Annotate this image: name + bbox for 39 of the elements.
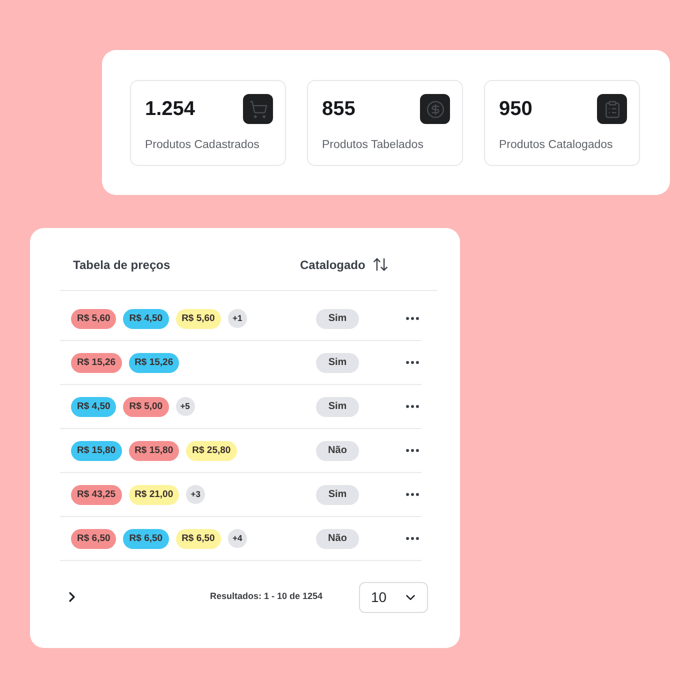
sort-icon[interactable]: [372, 256, 390, 273]
more-count: +4: [228, 529, 247, 548]
price-tag: R$ 25,80: [186, 440, 237, 460]
price-tag: R$ 6,50: [71, 528, 116, 548]
price-tag: R$ 4,50: [71, 396, 116, 416]
price-tag: R$ 5,00: [123, 396, 169, 416]
cart-icon: [243, 94, 273, 124]
status-badge: Não: [316, 440, 359, 460]
stat-label: Produtos Catalogados: [499, 138, 614, 152]
price-tag: R$ 4,50: [123, 308, 169, 328]
more-count: +5: [176, 397, 195, 416]
price-tag: R$ 5,60: [71, 308, 116, 328]
price-tag: R$ 6,50: [123, 528, 169, 548]
more-count: +1: [228, 309, 247, 328]
price-tag: R$ 15,80: [128, 440, 180, 460]
stat-value: 950: [499, 97, 532, 121]
price-tag: R$ 21,00: [128, 484, 180, 504]
dollar-coin-icon: [420, 94, 450, 124]
price-tag: R$ 15,26: [71, 352, 122, 372]
stat-label: Produtos Cadastrados: [145, 138, 260, 152]
stat-label: Produtos Tabelados: [322, 138, 424, 152]
status-badge: Não: [316, 528, 359, 548]
status-badge: Sim: [316, 352, 359, 372]
price-tag: R$ 15,26: [128, 352, 180, 372]
price-tag: R$ 5,60: [176, 308, 221, 328]
stat-value: 855: [322, 97, 356, 121]
more-count: +3: [186, 485, 206, 504]
results-count: Resultados: 1 - 10 de 1254: [210, 590, 323, 604]
page-size-select[interactable]: 10: [359, 582, 428, 612]
column-header: Catalogado: [300, 256, 366, 272]
stat-value: 1.254: [145, 97, 196, 121]
status-badge: Sim: [316, 396, 359, 416]
status-badge: Sim: [316, 308, 359, 328]
price-tag: R$ 43,25: [71, 484, 122, 504]
column-header: Tabela de preços: [73, 257, 170, 273]
price-tag: R$ 15,80: [71, 440, 122, 460]
price-tag: R$ 6,50: [176, 528, 221, 548]
clipboard-icon: [597, 94, 627, 124]
status-badge: Sim: [316, 484, 359, 504]
